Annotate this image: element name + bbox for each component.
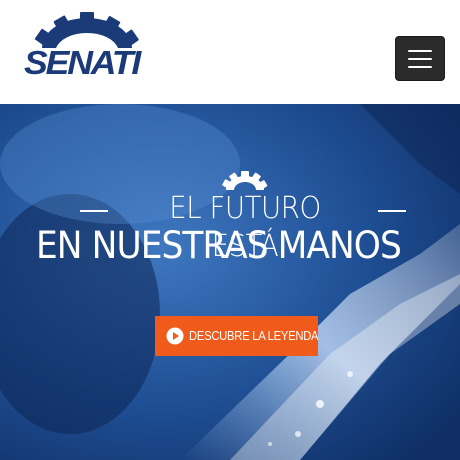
senati-logo[interactable]: SENATI (22, 10, 152, 81)
tagline-bottom: EN NUESTRAS MANOS (36, 224, 402, 267)
discover-legend-button[interactable]: DESCUBRE LA LEYENDA (155, 316, 319, 356)
tagline-dash-right (378, 210, 406, 212)
site-header: SENATI (0, 0, 460, 104)
logo-wordmark: SENATI (24, 44, 141, 81)
hamburger-bar (408, 58, 432, 60)
hamburger-bar (408, 50, 432, 52)
discover-legend-label: DESCUBRE LA LEYENDA (189, 329, 319, 343)
hero-background-image (0, 104, 460, 460)
tagline-dash-left (80, 210, 108, 212)
menu-toggle-button[interactable] (395, 36, 445, 81)
hero-banner: EL FUTURO ESTÁ EN NUESTRAS MANOS DESCUBR… (0, 104, 460, 460)
hamburger-bar (408, 66, 432, 68)
gear-icon (222, 171, 268, 190)
play-icon (166, 327, 184, 345)
